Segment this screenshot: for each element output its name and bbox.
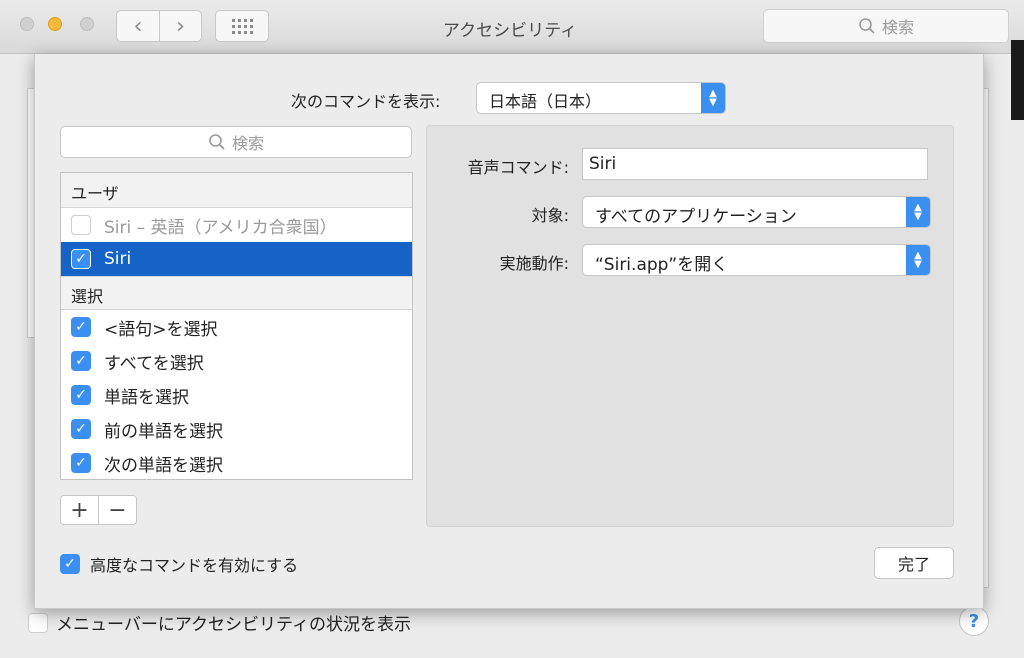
chevron-right-icon: › <box>176 13 185 39</box>
language-select[interactable]: 日本語（日本） ▲ ▼ <box>476 82 726 114</box>
chevron-updown-icon: ▲ ▼ <box>906 197 930 227</box>
list-item-label: Siri – 英語（アメリカ合衆国） <box>104 217 337 238</box>
advanced-commands-label: 高度なコマンドを有効にする <box>90 556 299 575</box>
add-command-button[interactable]: + <box>61 496 98 524</box>
checkmark-icon: ✓ <box>75 251 87 267</box>
list-item-label: Siri <box>104 249 132 269</box>
question-icon: ? <box>968 610 980 632</box>
language-label: 次のコマンドを表示: <box>291 92 441 111</box>
list-item[interactable]: ✓ Siri <box>61 242 412 276</box>
commands-sheet: 次のコマンドを表示: 日本語（日本） ▲ ▼ 検索 ユーザ Siri – 英語（ア… <box>34 54 984 609</box>
menubar-status-label: メニューバーにアクセシビリティの状況を表示 <box>56 615 411 635</box>
forward-button[interactable]: › <box>159 10 202 42</box>
background-panel-edge <box>27 88 34 338</box>
list-item-label: 単語を選択 <box>104 387 189 408</box>
preferences-search-field[interactable]: 検索 <box>763 9 1009 43</box>
checkmark-icon: ✓ <box>75 421 87 437</box>
language-row: 次のコマンドを表示: 日本語（日本） ▲ ▼ <box>35 82 985 114</box>
zoom-window-button[interactable] <box>80 17 94 31</box>
command-list[interactable]: ユーザ Siri – 英語（アメリカ合衆国） ✓ Siri 選択 ✓ <語句>を… <box>60 172 413 480</box>
command-checkbox[interactable]: ✓ <box>71 419 91 439</box>
advanced-commands-option[interactable]: ✓ 高度なコマンドを有効にする <box>60 552 298 576</box>
command-checkbox[interactable]: ✓ <box>71 385 91 405</box>
search-placeholder: 検索 <box>881 18 914 37</box>
target-label: 対象: <box>531 206 569 225</box>
voice-command-value: Siri <box>589 154 617 174</box>
checkmark-icon: ✓ <box>64 556 76 572</box>
list-item[interactable]: ✓ 前の単語を選択 <box>61 412 412 446</box>
target-value: すべてのアプリケーション <box>595 207 797 227</box>
close-window-button[interactable] <box>20 17 34 31</box>
voice-command-field[interactable]: Siri <box>582 148 928 180</box>
chevron-updown-icon: ▲ ▼ <box>906 245 930 275</box>
checkmark-icon: ✓ <box>75 353 87 369</box>
menubar-status-option[interactable]: メニューバーにアクセシビリティの状況を表示 <box>28 610 411 635</box>
command-detail-panel: 音声コマンド: Siri 対象: すべてのアプリケーション ▲ ▼ 実施動作: “… <box>426 125 954 527</box>
desktop-edge <box>1011 40 1024 120</box>
list-item-label: 次の単語を選択 <box>104 455 223 476</box>
chevron-updown-icon: ▲ ▼ <box>701 83 725 113</box>
add-remove-control: + − <box>60 495 137 525</box>
list-item[interactable]: ✓ <語句>を選択 <box>61 310 412 344</box>
list-item-label: すべてを選択 <box>104 353 204 374</box>
target-select[interactable]: すべてのアプリケーション ▲ ▼ <box>582 196 931 228</box>
done-button[interactable]: 完了 <box>874 547 954 579</box>
grid-icon <box>231 18 253 34</box>
voice-command-label: 音声コマンド: <box>467 158 569 177</box>
minimize-window-button[interactable] <box>48 17 62 31</box>
help-button[interactable]: ? <box>959 606 989 636</box>
command-checkbox[interactable]: ✓ <box>71 351 91 371</box>
checkmark-icon: ✓ <box>75 455 87 471</box>
command-search-field[interactable]: 検索 <box>60 126 412 158</box>
list-group-header: 選択 <box>61 276 412 310</box>
command-checkbox[interactable]: ✓ <box>71 453 91 473</box>
search-icon <box>859 18 875 34</box>
list-item[interactable]: ✓ 単語を選択 <box>61 378 412 412</box>
list-item-label: 前の単語を選択 <box>104 421 223 442</box>
action-value: “Siri.app”を開く <box>595 255 729 275</box>
list-item[interactable]: ✓ すべてを選択 <box>61 344 412 378</box>
command-checkbox[interactable] <box>71 215 91 235</box>
search-placeholder: 検索 <box>231 134 264 153</box>
list-group-header: ユーザ <box>61 173 412 208</box>
action-select[interactable]: “Siri.app”を開く ▲ ▼ <box>582 244 931 276</box>
window-title: アクセシビリティ <box>442 21 578 41</box>
language-value: 日本語（日本） <box>489 92 602 111</box>
show-all-button[interactable] <box>215 10 269 42</box>
title-bar: ‹ › アクセシビリティ 検索 <box>0 0 1024 54</box>
command-checkbox[interactable]: ✓ <box>71 317 91 337</box>
list-item-label: <語句>を選択 <box>104 319 218 340</box>
remove-command-button[interactable]: − <box>98 496 136 524</box>
list-item[interactable]: ✓ 次の単語を選択 <box>61 446 412 479</box>
back-button[interactable]: ‹ <box>116 10 160 42</box>
advanced-commands-checkbox[interactable]: ✓ <box>60 554 80 574</box>
search-icon <box>209 134 225 150</box>
command-checkbox[interactable]: ✓ <box>71 249 91 269</box>
menubar-status-checkbox[interactable] <box>28 612 48 633</box>
checkmark-icon: ✓ <box>75 387 87 403</box>
checkmark-icon: ✓ <box>75 319 87 335</box>
background-panel-edge-right <box>984 88 989 588</box>
list-item[interactable]: Siri – 英語（アメリカ合衆国） <box>61 208 412 242</box>
chevron-left-icon: ‹ <box>133 13 143 39</box>
action-label: 実施動作: <box>499 254 569 273</box>
